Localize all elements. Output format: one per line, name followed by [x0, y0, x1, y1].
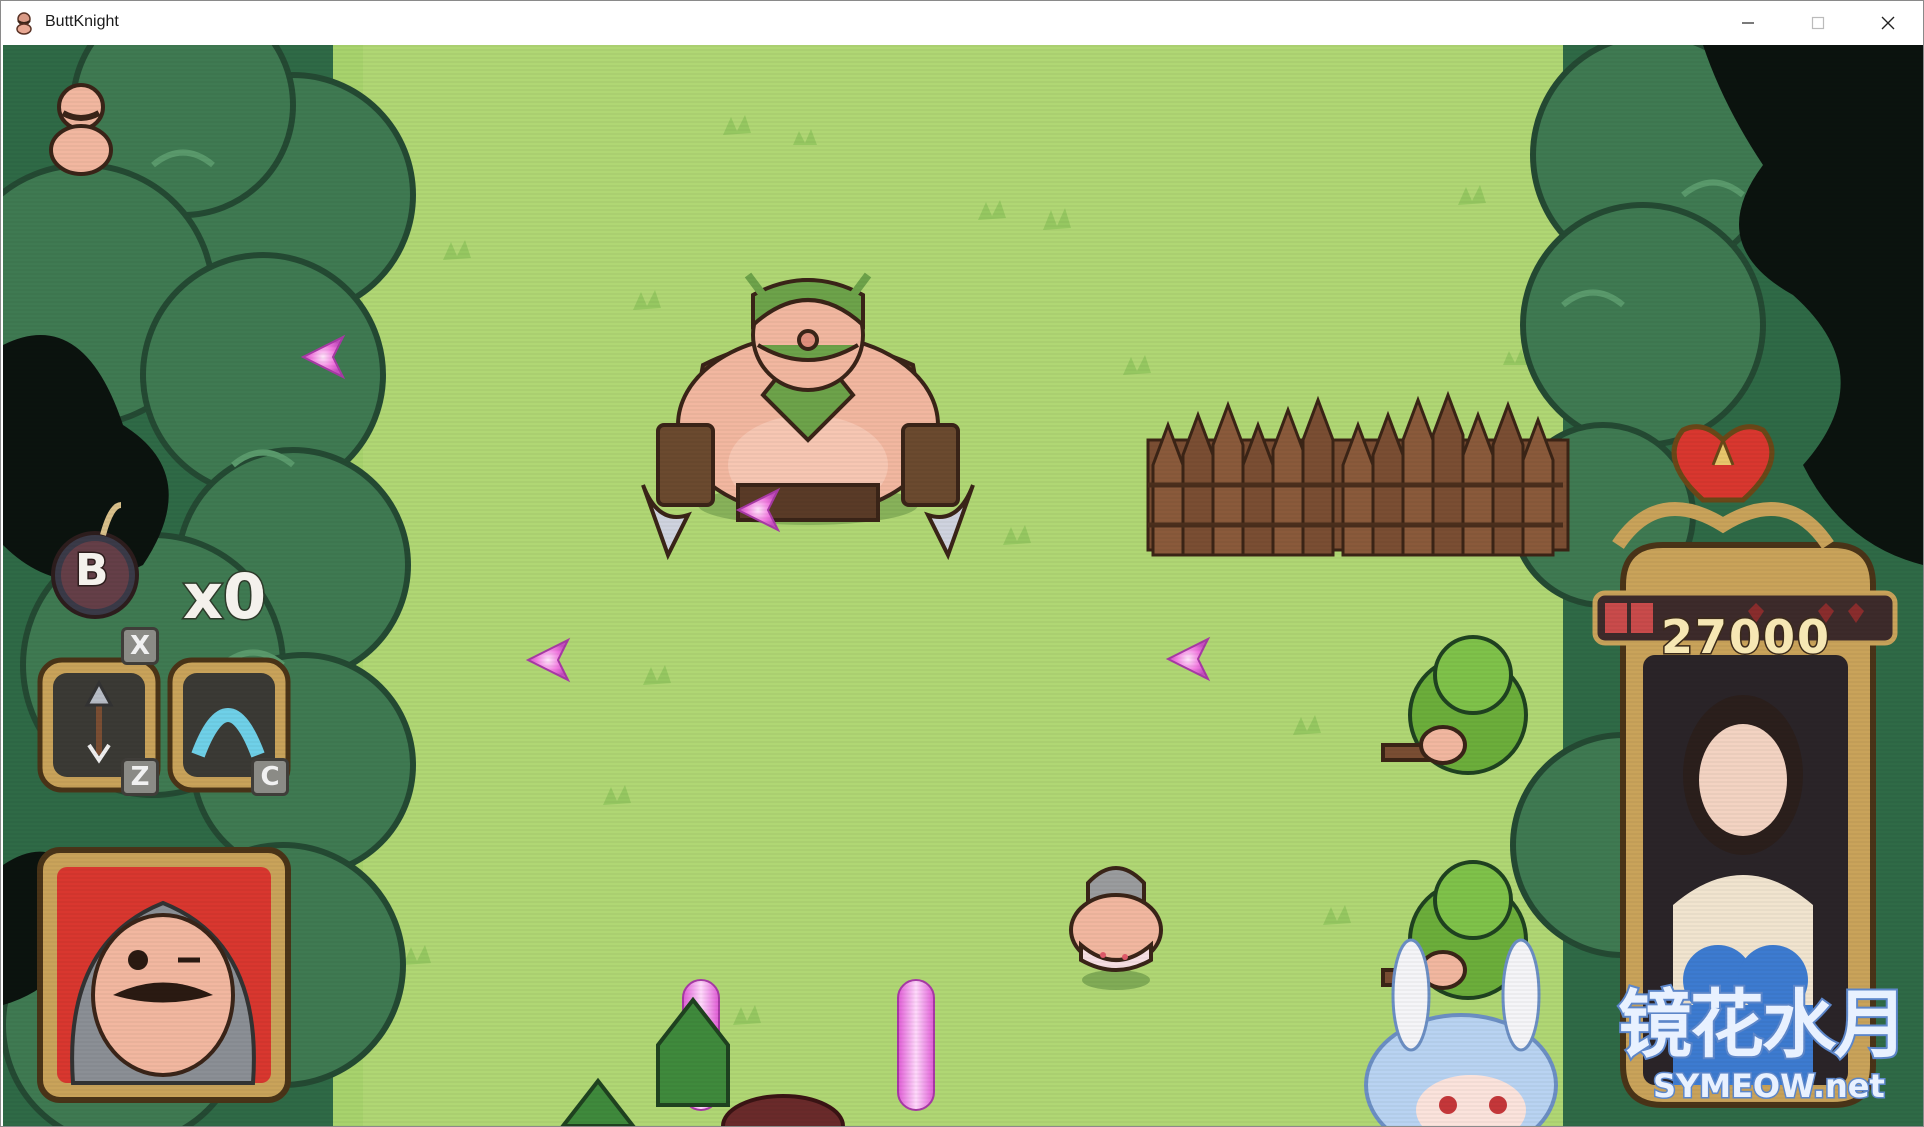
- score-value: 27000: [1659, 609, 1832, 666]
- minimize-icon: [1742, 22, 1754, 24]
- game-viewport[interactable]: X B x0 Z C 27000 镜花水月 SYMEOW.net: [3, 45, 1923, 1126]
- game-window: ButtKnight X B x0 Z C 27000 镜花水月 SYMEOW.…: [0, 0, 1924, 1127]
- bomb-count: x0: [181, 559, 267, 635]
- window-title: ButtKnight: [45, 13, 119, 30]
- maximize-button[interactable]: [1783, 1, 1853, 45]
- maximize-icon: [1811, 16, 1825, 30]
- arrow-skill-hotkey: Z: [121, 758, 159, 796]
- close-button[interactable]: [1853, 1, 1923, 45]
- crt-scanlines: [3, 45, 1923, 1126]
- minimize-button[interactable]: [1713, 1, 1783, 45]
- app-icon: [16, 12, 32, 35]
- bomb-hotkey: X: [121, 627, 159, 665]
- shield-skill-hotkey: C: [251, 758, 289, 796]
- title-bar[interactable]: ButtKnight: [1, 1, 1923, 45]
- close-icon: [1881, 16, 1895, 30]
- watermark-subtitle: SYMEOW.net: [1652, 1066, 1887, 1107]
- bomb-letter: B: [74, 544, 111, 598]
- game-scene: [3, 45, 1923, 1126]
- watermark-title: 镜花水月: [1616, 980, 1910, 1070]
